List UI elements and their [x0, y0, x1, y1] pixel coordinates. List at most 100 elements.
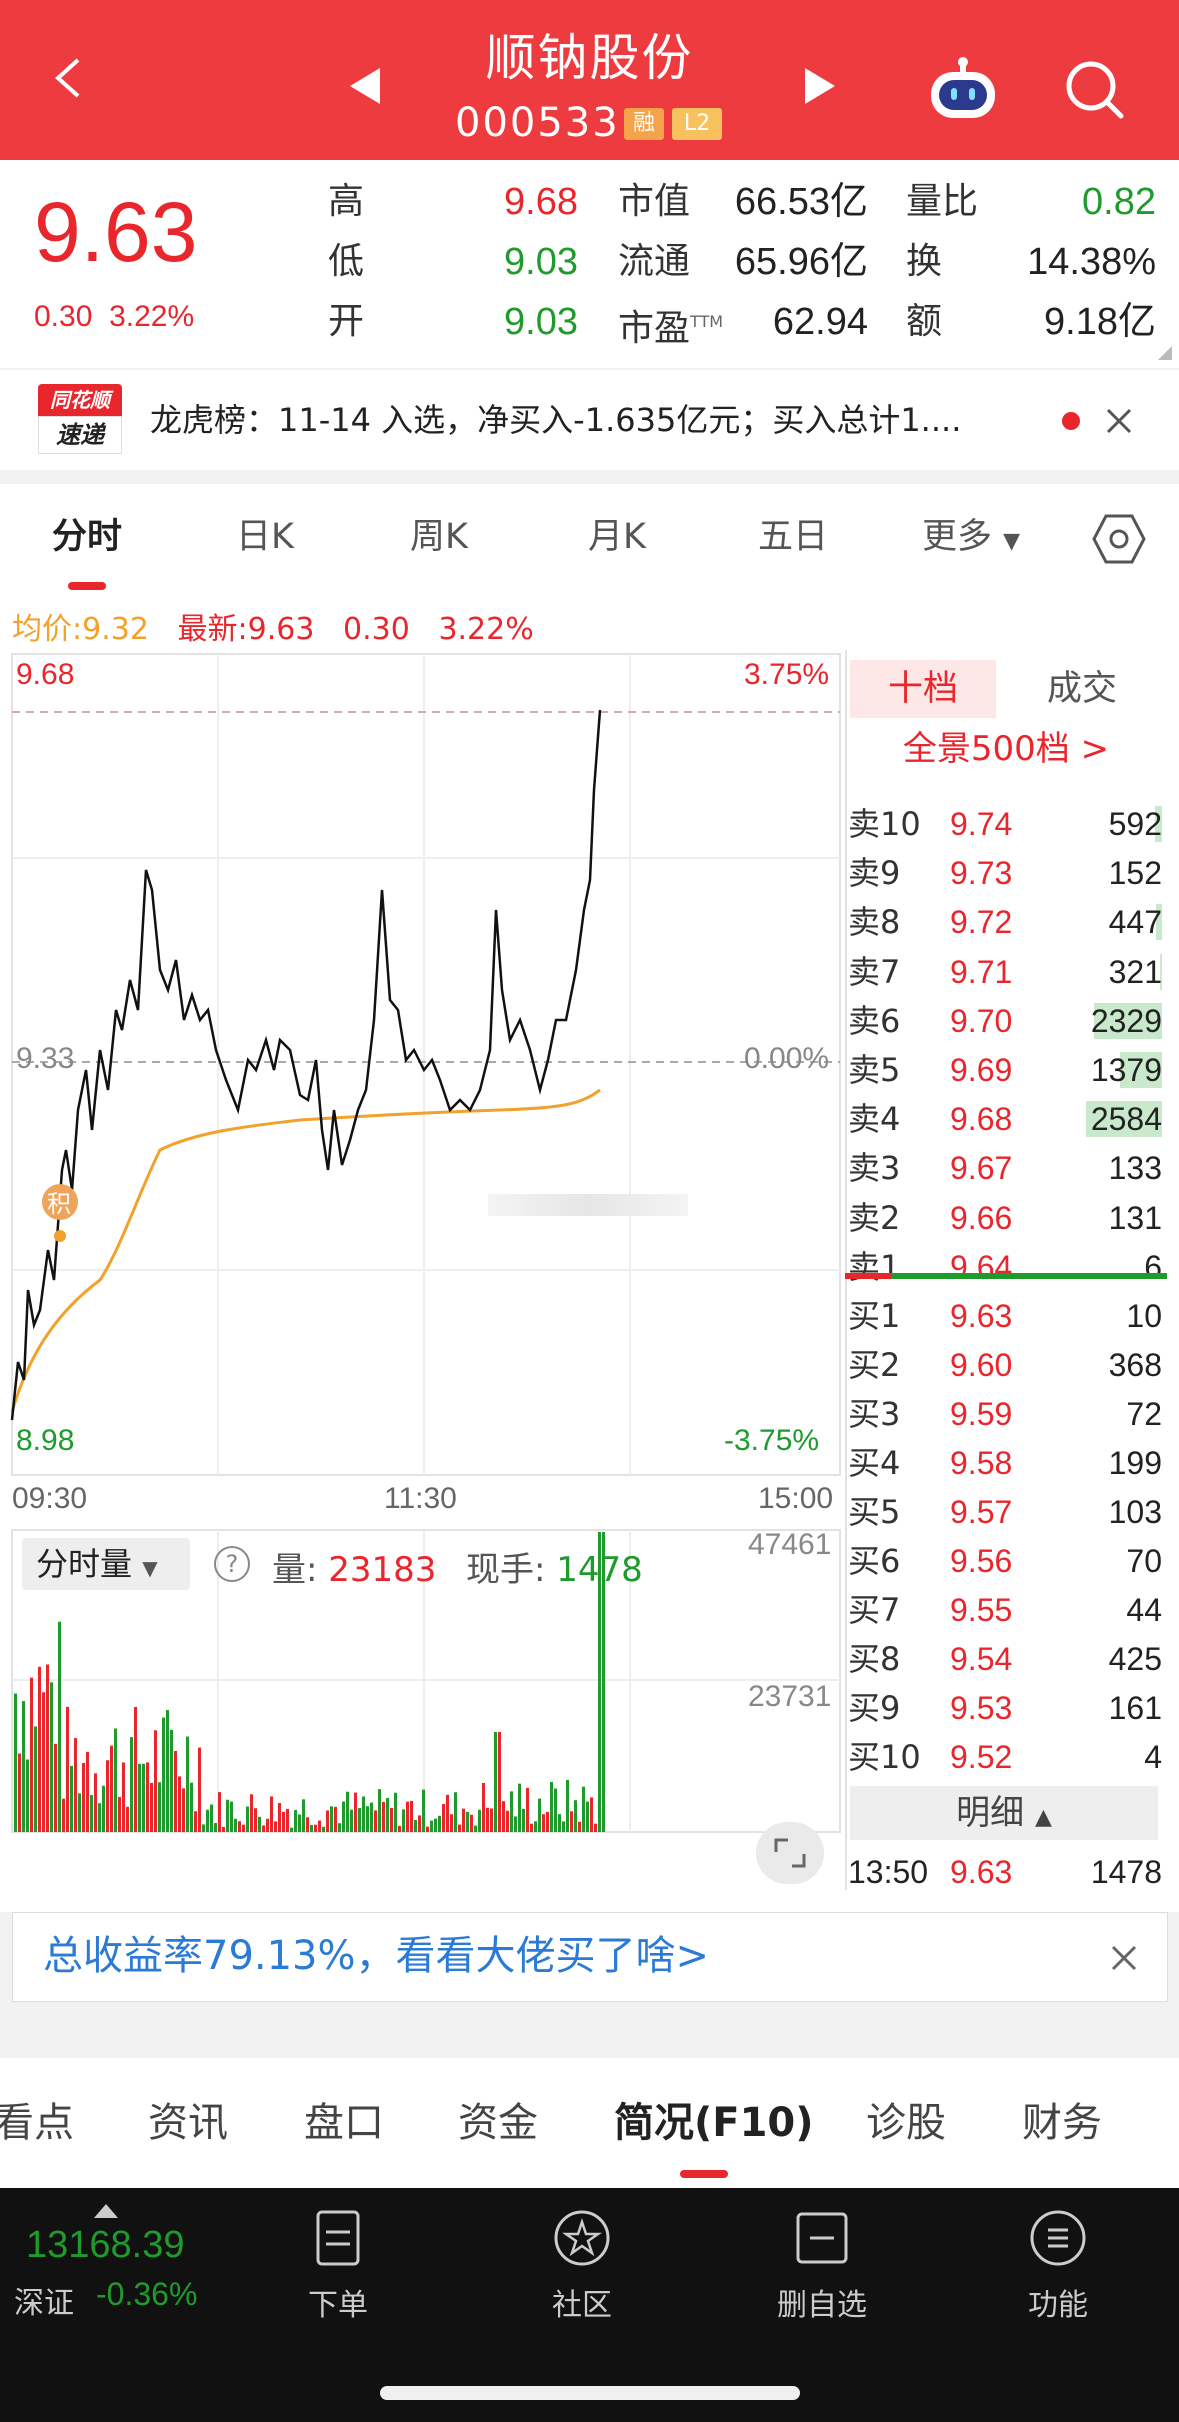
news-ticker[interactable]: 同花顺 速递 龙虎榜：11-14 入选，净买入-1.635亿元；买入总计1...…	[0, 370, 1179, 470]
volume-bar	[346, 1791, 349, 1832]
volume-bar	[238, 1821, 241, 1832]
volume-bar	[382, 1801, 385, 1832]
tab-news[interactable]: 资讯	[148, 2098, 228, 2148]
volume-bar	[22, 1701, 25, 1832]
volume-bar	[110, 1745, 113, 1832]
ask-level-row[interactable]: 卖9 9.73 152	[848, 849, 1162, 897]
tab-financials[interactable]: 财务	[1022, 2098, 1102, 2148]
volume-bar	[538, 1798, 541, 1832]
ask-level-row[interactable]: 卖1 9.64 6	[848, 1243, 1162, 1291]
volume-bar	[402, 1809, 405, 1832]
volume-bar	[502, 1801, 505, 1832]
robot-assistant-icon[interactable]	[925, 56, 1001, 124]
intraday-chart[interactable]	[0, 590, 845, 1912]
tab-highlights[interactable]: 看点	[0, 2098, 74, 2148]
tab-ten-levels[interactable]: 十档	[850, 660, 996, 718]
volume-bar	[434, 1818, 437, 1832]
volume-bar	[106, 1760, 109, 1832]
index-change-pct: -0.36%	[96, 2276, 198, 2312]
detail-trade-row: 13:50 9.63 1478	[848, 1854, 1162, 1890]
ask-level-row[interactable]: 卖7 9.71 321	[848, 948, 1162, 996]
bid-level-row[interactable]: 买9 9.53 161	[848, 1684, 1162, 1732]
volume-bar	[482, 1782, 485, 1832]
volume-bar	[582, 1786, 585, 1832]
volume-bar	[554, 1788, 557, 1832]
bid-level-row[interactable]: 买2 9.60 368	[848, 1341, 1162, 1389]
ask-level-row[interactable]: 卖10 9.74 592	[848, 800, 1162, 848]
amount-label: 额	[906, 301, 943, 342]
volume-bar	[498, 1732, 501, 1832]
ask-level-row[interactable]: 卖5 9.69 1379	[848, 1046, 1162, 1094]
index-value[interactable]: 13168.39	[26, 2224, 185, 2267]
tab-monthly-k[interactable]: 月K	[588, 514, 646, 560]
tab-f10[interactable]: 简况(F10)	[614, 2098, 814, 2148]
volume-bar	[250, 1794, 253, 1832]
tab-trades[interactable]: 成交	[1000, 660, 1164, 718]
close-icon[interactable]	[1111, 1945, 1137, 1971]
tab-intraday[interactable]: 分时	[52, 514, 122, 560]
volratio-label: 量比	[906, 181, 979, 222]
volume-bar	[318, 1820, 321, 1832]
float-label: 流通	[618, 241, 691, 282]
ask-level-row[interactable]: 卖8 9.72 447	[848, 898, 1162, 946]
promo-banner[interactable]: 总收益率79.13%，看看大佬买了啥>	[12, 1912, 1168, 2002]
volume-bar	[426, 1826, 429, 1832]
amount-value: 9.18亿	[1044, 301, 1156, 343]
low-label: 低	[328, 241, 365, 282]
bid-level-row[interactable]: 买3 9.59 72	[848, 1390, 1162, 1438]
ask-level-row[interactable]: 卖3 9.67 133	[848, 1144, 1162, 1192]
volume-type-selector[interactable]: 分时量 ▼	[22, 1538, 190, 1590]
tab-five-day[interactable]: 五日	[758, 514, 828, 560]
ask-level-row[interactable]: 卖2 9.66 131	[848, 1194, 1162, 1242]
volume-bar	[214, 1822, 217, 1832]
tab-handicap[interactable]: 盘口	[304, 2098, 384, 2148]
next-stock-icon[interactable]	[805, 68, 835, 104]
bid-level-row[interactable]: 买1 9.63 10	[848, 1292, 1162, 1340]
volume-bar	[466, 1811, 469, 1832]
volume-bar	[294, 1809, 297, 1832]
bid-level-row[interactable]: 买10 9.52 4	[848, 1733, 1162, 1781]
close-icon[interactable]	[1106, 408, 1132, 434]
tab-weekly-k[interactable]: 周K	[410, 514, 468, 560]
news-text[interactable]: 龙虎榜：11-14 入选，净买入-1.635亿元；买入总计1....	[150, 398, 961, 442]
panorama-500-link[interactable]: 全景500档 >	[848, 726, 1164, 772]
remove-watchlist-button[interactable]: 删自选	[762, 2208, 882, 2324]
volume-bar	[370, 1802, 373, 1832]
bid-level-row[interactable]: 买6 9.56 70	[848, 1537, 1162, 1585]
volume-bar	[114, 1728, 117, 1832]
menu-icon	[1030, 2210, 1086, 2266]
functions-button[interactable]: 功能	[998, 2208, 1118, 2324]
open-value: 9.03	[504, 301, 578, 343]
bid-level-row[interactable]: 买5 9.57 103	[848, 1488, 1162, 1536]
volume-bar	[254, 1808, 257, 1832]
bid-level-row[interactable]: 买8 9.54 425	[848, 1635, 1162, 1683]
volume-bar	[298, 1814, 301, 1832]
detail-toggle[interactable]: 明细 ▲	[850, 1786, 1158, 1840]
bid-level-row[interactable]: 买4 9.58 199	[848, 1439, 1162, 1487]
volume-bar	[574, 1800, 577, 1832]
promo-text[interactable]: 总收益率79.13%，看看大佬买了啥>	[43, 1931, 709, 1981]
tab-funds[interactable]: 资金	[458, 2098, 538, 2148]
volume-bar	[206, 1809, 209, 1832]
help-icon[interactable]: ?	[214, 1546, 250, 1582]
tab-diagnosis[interactable]: 诊股	[866, 2098, 946, 2148]
order-button[interactable]: 下单	[278, 2208, 398, 2324]
tab-daily-k[interactable]: 日K	[236, 514, 294, 560]
y-bot-label: 8.98	[16, 1424, 75, 1457]
volume-bar	[518, 1783, 521, 1832]
ask-level-row[interactable]: 卖4 9.68 2584	[848, 1095, 1162, 1143]
fullscreen-icon[interactable]	[756, 1822, 824, 1884]
volume-bar	[42, 1692, 45, 1832]
tab-more[interactable]: 更多 ▼	[922, 514, 1020, 565]
chart-settings-icon[interactable]	[1092, 512, 1146, 566]
expand-corner-icon[interactable]	[1158, 346, 1172, 360]
ask-level-row[interactable]: 卖6 9.70 2329	[848, 997, 1162, 1045]
expand-up-icon[interactable]	[94, 2204, 118, 2218]
quote-panel: 9.63 0.30 3.22% 高 9.68 低 9.03 开 9.03 市值 …	[0, 160, 1179, 368]
volume-bar	[102, 1785, 105, 1832]
bid-level-row[interactable]: 买7 9.55 44	[848, 1586, 1162, 1634]
search-icon[interactable]	[1063, 58, 1127, 122]
community-button[interactable]: 社区	[522, 2208, 642, 2324]
volume-bar	[174, 1751, 177, 1832]
volume-bar	[46, 1664, 49, 1832]
